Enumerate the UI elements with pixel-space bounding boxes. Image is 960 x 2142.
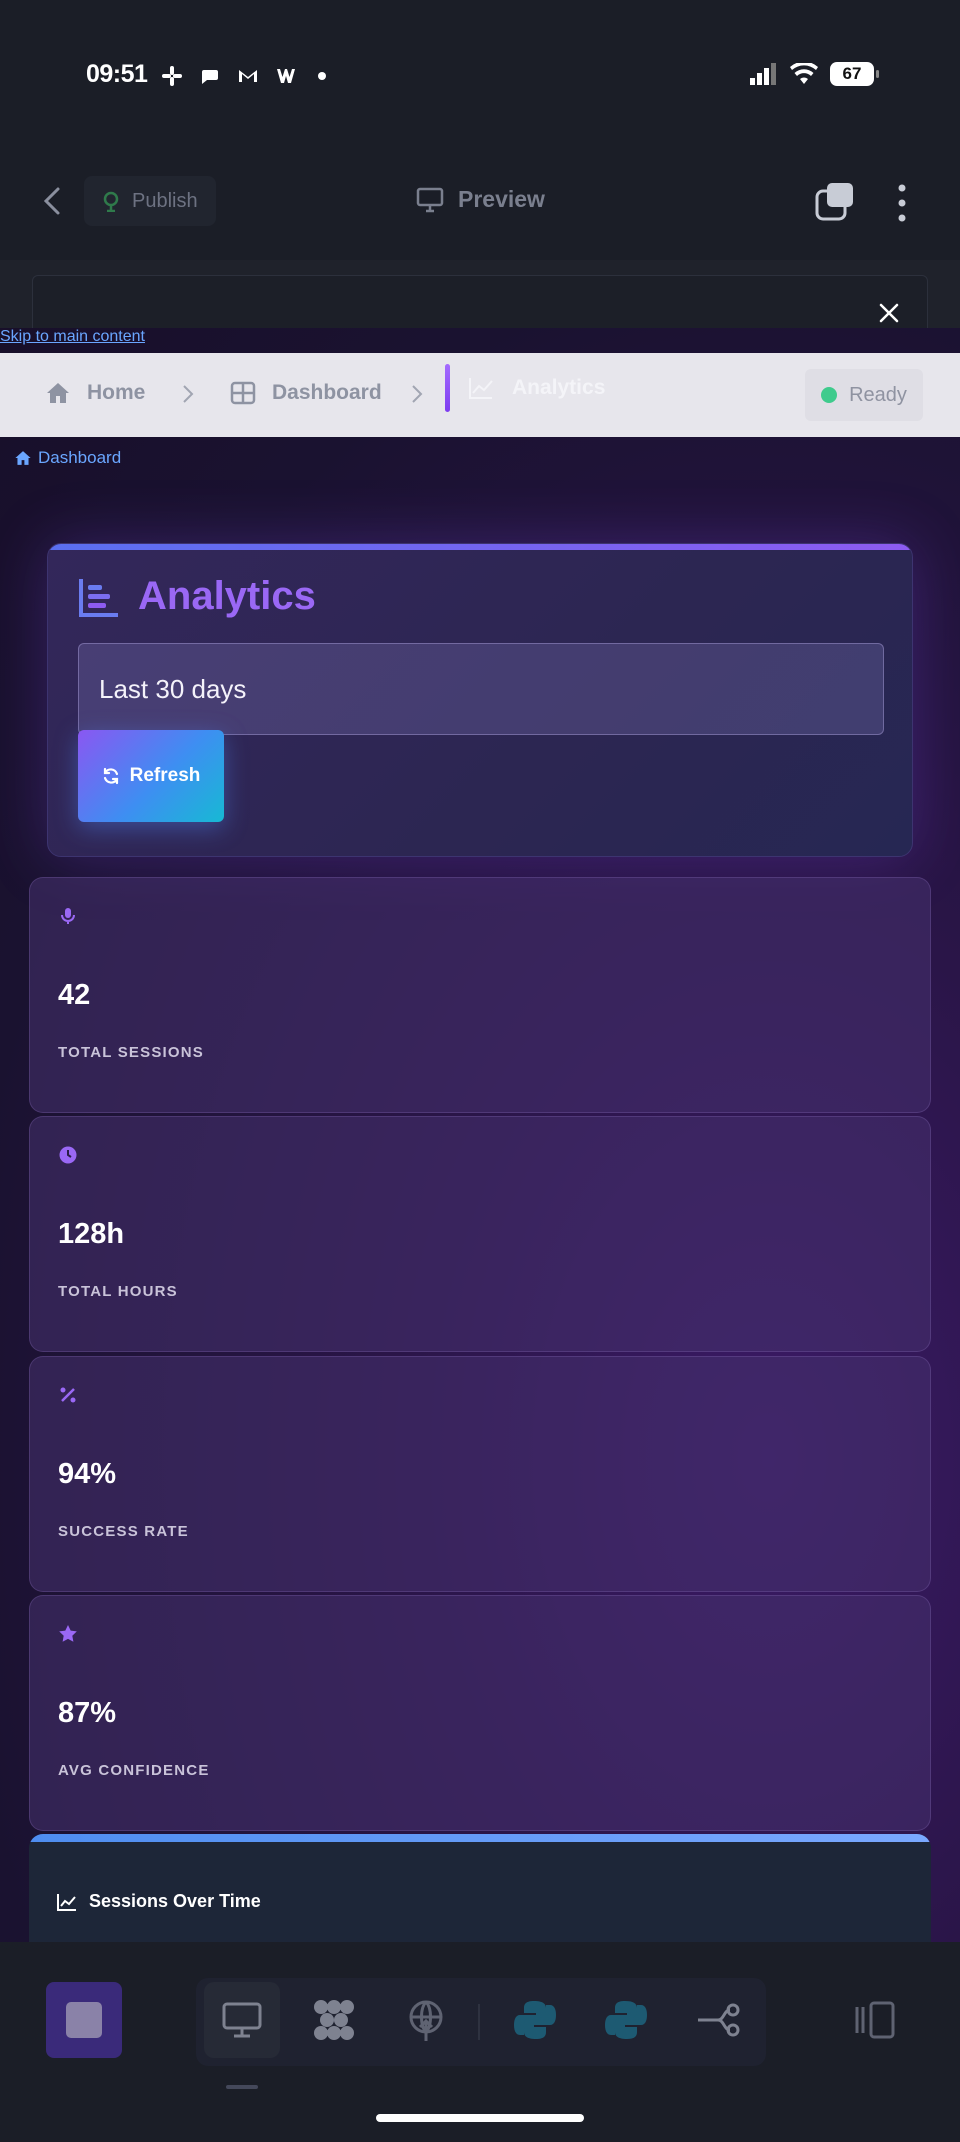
globe-upload-icon xyxy=(409,2000,443,2041)
signal-icon xyxy=(750,63,776,85)
side-panel-icon xyxy=(855,2001,895,2039)
close-icon[interactable] xyxy=(878,302,900,324)
python-icon xyxy=(605,2001,647,2039)
skip-link[interactable]: Skip to main content xyxy=(0,328,145,346)
system-icons: 67 xyxy=(750,62,879,86)
star-icon xyxy=(59,1625,77,1642)
home-indicator[interactable] xyxy=(376,2114,584,2122)
card-accent-bar xyxy=(29,1834,931,1842)
card-accent-bar xyxy=(48,544,912,550)
python-button-1[interactable] xyxy=(503,1988,567,2052)
status-dot xyxy=(821,387,838,403)
breadcrumb-analytics[interactable]: Analytics xyxy=(445,363,605,413)
status-label: Ready xyxy=(849,383,907,406)
chevron-right-icon xyxy=(183,385,194,403)
stat-label: TOTAL HOURS xyxy=(58,1283,178,1300)
chevron-right-icon xyxy=(412,385,423,403)
pattern-button[interactable] xyxy=(302,1988,366,2052)
python-button-2[interactable] xyxy=(594,1988,658,2052)
toolbar-divider xyxy=(478,2004,480,2040)
home-icon xyxy=(47,383,69,403)
status-badge: Ready xyxy=(805,369,923,421)
globe-sprout-icon xyxy=(103,191,119,212)
chart-bar-icon xyxy=(79,578,118,617)
stat-card-avg-confidence: 87% AVG CONFIDENCE xyxy=(29,1595,931,1831)
preview-button[interactable]: Preview xyxy=(416,186,545,213)
sheet-header xyxy=(32,275,928,335)
desktop-button[interactable] xyxy=(204,1982,280,2058)
dashboard-link-label: Dashboard xyxy=(38,448,122,467)
slack-icon xyxy=(160,64,184,88)
clock: 09:51 xyxy=(86,60,148,88)
stat-value: 128h xyxy=(58,1218,125,1250)
tabs-icon[interactable] xyxy=(815,183,855,221)
page-title-text: Analytics xyxy=(138,574,316,618)
gmail-icon xyxy=(236,64,260,88)
notification-icons xyxy=(160,64,326,88)
breadcrumb-dashboard-label: Dashboard xyxy=(272,381,382,404)
python-icon xyxy=(514,2001,556,2039)
chart-line-icon xyxy=(57,1893,76,1911)
stat-value: 87% xyxy=(58,1697,117,1729)
sessions-chart-card: Sessions Over Time xyxy=(29,1834,931,1942)
more-options-icon[interactable] xyxy=(895,183,909,223)
panel-toggle-button[interactable] xyxy=(844,1988,908,2052)
monitor-icon xyxy=(416,187,444,212)
stat-card-total-hours: 128h TOTAL HOURS xyxy=(29,1116,931,1352)
battery-indicator: 67 xyxy=(830,62,879,86)
stat-label: TOTAL SESSIONS xyxy=(58,1044,204,1061)
chat-icon xyxy=(198,64,222,88)
web-content: Skip to main content Home Dashboard Anal… xyxy=(0,328,960,1942)
dot-icon xyxy=(318,72,326,80)
date-range-select[interactable]: Last 30 days xyxy=(78,643,884,735)
stat-label: SUCCESS RATE xyxy=(58,1523,189,1540)
grid-icon xyxy=(230,381,256,405)
bottom-toolbar xyxy=(0,1942,960,2142)
stop-button[interactable] xyxy=(46,1982,122,2058)
stat-label: AVG CONFIDENCE xyxy=(58,1762,210,1779)
flow-connector-icon xyxy=(698,2003,740,2037)
flow-button[interactable] xyxy=(686,1988,750,2052)
network-button[interactable] xyxy=(394,1988,458,2052)
refresh-icon xyxy=(103,767,118,785)
refresh-button[interactable]: Refresh xyxy=(78,730,224,822)
refresh-label: Refresh xyxy=(129,765,201,786)
drag-handle[interactable] xyxy=(226,2085,258,2089)
breadcrumb-dashboard[interactable]: Dashboard xyxy=(230,380,382,406)
clock-icon xyxy=(59,1146,77,1164)
percent-icon xyxy=(60,1387,76,1403)
wifi-icon xyxy=(790,63,818,84)
mail-icon xyxy=(274,64,298,88)
microphone-icon xyxy=(61,908,75,924)
breadcrumb-home[interactable]: Home xyxy=(45,380,145,406)
analytics-header-card: Analytics Last 30 days Refresh xyxy=(47,543,913,857)
cluster-icon xyxy=(314,2000,354,2040)
chart-line-icon xyxy=(469,378,493,399)
home-icon xyxy=(15,451,31,465)
breadcrumb-home-label: Home xyxy=(87,381,146,404)
breadcrumb: Home Dashboard Analytics Ready xyxy=(0,353,960,437)
status-bar: 09:51 67 xyxy=(0,0,960,150)
chart-card-title: Sessions Over Time xyxy=(89,1891,261,1911)
breadcrumb-analytics-label: Analytics xyxy=(512,376,606,399)
stat-value: 94% xyxy=(58,1458,117,1490)
publish-label: Publish xyxy=(132,190,198,212)
back-chevron-icon[interactable] xyxy=(40,186,64,216)
stat-card-total-sessions: 42 TOTAL SESSIONS xyxy=(29,877,931,1113)
page-title: Analytics xyxy=(78,574,316,619)
stat-card-success-rate: 94% SUCCESS RATE xyxy=(29,1356,931,1592)
preview-label: Preview xyxy=(458,186,545,212)
dashboard-link[interactable]: Dashboard xyxy=(14,448,121,468)
chart-card-header: Sessions Over Time xyxy=(57,1891,261,1912)
publish-button[interactable]: Publish xyxy=(84,176,216,226)
toolbar-group xyxy=(196,1978,766,2066)
stat-value: 42 xyxy=(58,979,91,1011)
monitor-icon xyxy=(222,2002,262,2038)
active-indicator xyxy=(445,364,450,412)
